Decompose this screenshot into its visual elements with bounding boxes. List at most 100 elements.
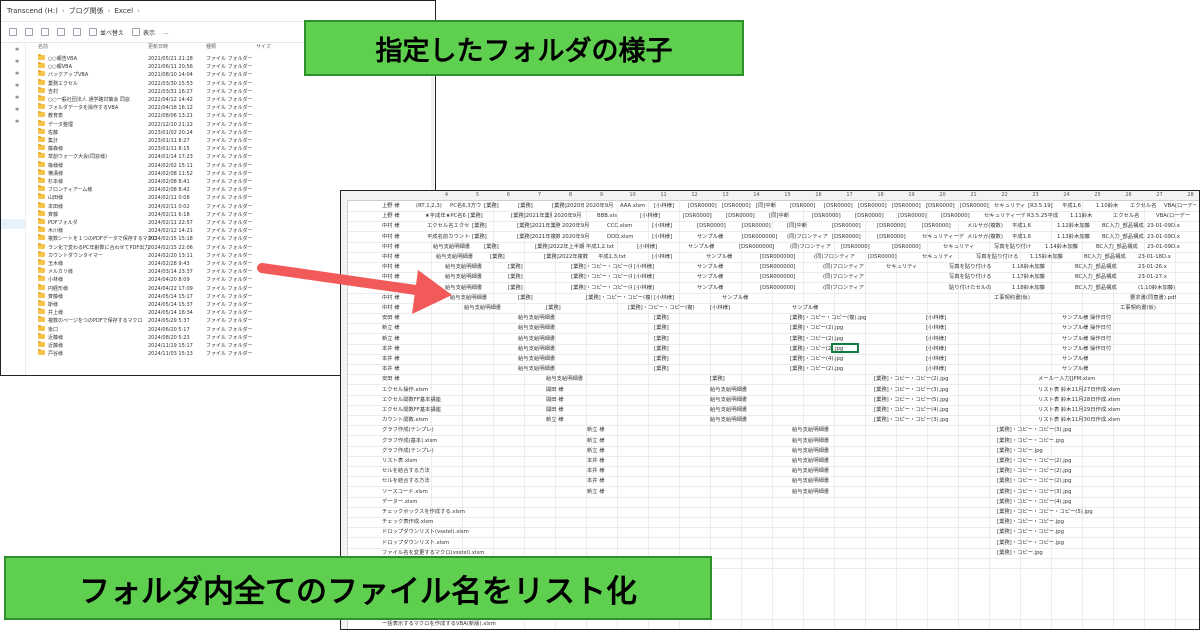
file-row[interactable]: データ整理 2022/12/10 21:22 ファイル フォルダー <box>26 119 435 129</box>
sheet-cell[interactable]: 2020年9月 <box>562 232 589 242</box>
sheet-cell[interactable]: [小林様] <box>926 313 946 323</box>
sheet-cell[interactable]: [業務] <box>484 201 499 211</box>
sheet-cell[interactable]: 23-01-09D.x <box>1147 232 1180 242</box>
sheet-cell[interactable]: [業務]・コピー(2).jpg <box>790 364 843 374</box>
sheet-cell[interactable]: グラフ作成(基本).xlsm <box>382 436 437 446</box>
nav-selected-item[interactable] <box>1 219 25 229</box>
sheet-cell[interactable]: データー.xlsm <box>382 497 417 507</box>
sheet-cell[interactable]: 安田 様 <box>382 374 400 384</box>
address-bar[interactable]: Transcend (H:) › ブログ関係 › Excel › <box>1 1 435 22</box>
sheet-cell[interactable]: [業務]・コピー・コピー.jpg <box>997 538 1064 548</box>
sheet-cell[interactable]: BC入力_部品構成 <box>1075 272 1117 282</box>
column-number[interactable]: 4 <box>431 191 462 200</box>
sheet-cell[interactable]: [DSR0000] <box>688 201 717 211</box>
sheet-cell[interactable]: 給与支給明細書 <box>792 436 829 446</box>
sheet-cell[interactable]: [業務] <box>546 303 561 313</box>
sheet-cell[interactable]: 上野 様 <box>382 201 400 211</box>
sheet-cell[interactable]: 本井 様 <box>587 456 605 466</box>
copy-icon[interactable] <box>9 28 17 36</box>
sheet-cell[interactable]: セキュリティーデ <box>984 211 1025 221</box>
file-row[interactable]: 藤森様 2023/01/11 8:15 ファイル フォルダー <box>26 144 435 153</box>
sheet-cell[interactable]: 中村 様 <box>382 283 400 293</box>
sheet-cell[interactable]: 要求書(同意書).pdf <box>1130 293 1176 303</box>
sort-button[interactable]: 並べ替え <box>89 28 124 37</box>
sheet-cell[interactable]: 新立 様 <box>382 334 400 344</box>
column-number[interactable]: 8 <box>555 191 586 200</box>
sheet-cell[interactable]: [業務] <box>468 211 483 221</box>
sheet-cell[interactable]: [DSR0000] <box>892 242 921 252</box>
sheet-cell[interactable]: [DSR0000] <box>812 211 841 221</box>
sheet-cell[interactable]: 1.11鈴木 <box>1070 211 1092 221</box>
sheet-cell[interactable]: リスト表 鈴木11月28日作成.xlsm <box>1038 395 1120 405</box>
sheet-cell[interactable]: [業務] <box>654 313 669 323</box>
sheet-cell[interactable]: リスト表 鈴木11月29日作成.xlsm <box>1038 405 1120 415</box>
column-number[interactable]: 22 <box>989 191 1020 200</box>
sheet-cell[interactable]: [業務] <box>508 262 523 272</box>
sheet-cell[interactable]: 1.14鈴木加藤 <box>1045 242 1078 252</box>
sheet-cell[interactable]: カウント関数.xlsm <box>382 415 428 425</box>
sheet-cell[interactable]: 本井 様 <box>587 476 605 486</box>
share-icon[interactable] <box>57 28 65 36</box>
sheet-cell[interactable]: サンプル様 操作日付 <box>1062 313 1111 323</box>
column-number[interactable]: 21 <box>958 191 989 200</box>
sheet-cell[interactable]: 1.17鈴木加藤 <box>1012 272 1045 282</box>
sheet-cell[interactable]: サンプル様 <box>697 283 723 293</box>
column-number[interactable]: 11 <box>648 191 679 200</box>
sheet-cell[interactable]: [業務]・コピー・コピー(複) <box>571 283 632 293</box>
file-row[interactable]: 教育表 2022/08/06 13:21 ファイル フォルダー <box>26 111 435 120</box>
sheet-cell[interactable]: 中村 様 <box>382 272 400 282</box>
sheet-cell[interactable]: R3.5.25平成 <box>1027 211 1058 221</box>
column-number[interactable]: 16 <box>803 191 834 200</box>
file-row[interactable]: 篠様様 2024/02/02 15:11 ファイル フォルダー <box>26 160 435 170</box>
sheet-cell[interactable]: [DSR000000] <box>760 252 795 262</box>
sheet-cell[interactable]: [DSR0000] <box>832 232 861 242</box>
sheet-cell[interactable]: 1.18鈴木加藤 <box>1012 283 1045 293</box>
sheet-cell[interactable]: [小林様] <box>926 344 946 354</box>
sheet-cell[interactable]: 平成1,2.txt <box>586 242 614 252</box>
sheet-cell[interactable]: [小林様] <box>654 293 674 303</box>
sheet-cell[interactable]: サンプル様 操作日付 <box>1062 323 1111 333</box>
column-number[interactable]: 27 <box>1144 191 1175 200</box>
sheet-cell[interactable]: エクセル名エクセル名 <box>427 221 470 231</box>
sheet-cell[interactable]: セキュリティー <box>994 201 1026 211</box>
sheet-cell[interactable]: 2020年9月 <box>586 201 613 211</box>
sheet-cell[interactable]: [業務]2021年業務 <box>517 221 560 231</box>
sheet-cell[interactable]: [DSR0000] <box>926 201 955 211</box>
sheet-cell[interactable]: 中村 様 <box>382 293 400 303</box>
sheet-cell[interactable]: ドロップダウンリスト.xlsm <box>382 538 449 548</box>
sheet-cell[interactable]: 1.16鈴木加藤 <box>1012 262 1045 272</box>
column-number[interactable]: 23 <box>1020 191 1051 200</box>
sheet-cell[interactable]: [DSR0000] <box>841 242 870 252</box>
sheet-cell[interactable]: ソースコード.xlsm <box>382 487 428 497</box>
column-header-size[interactable]: サイズ <box>256 43 271 50</box>
column-number[interactable]: 24 <box>1051 191 1082 200</box>
sheet-cell[interactable]: [同]中断 <box>756 201 776 211</box>
sheet-cell[interactable]: [DSR0000] <box>941 211 970 221</box>
sheet-cell[interactable]: 新立 様 <box>587 446 605 456</box>
sheet-cell[interactable]: [DSR000000] <box>760 283 795 293</box>
sheet-cell[interactable]: 本井 様 <box>587 466 605 476</box>
sheet-cell[interactable]: 給与支給明細書 <box>445 283 482 293</box>
sheet-cell[interactable]: [DSR0000] <box>868 252 897 262</box>
rename-icon[interactable] <box>41 28 49 36</box>
sheet-cell[interactable]: 給与支給明細書 <box>710 395 747 405</box>
sheet-cell[interactable]: リスト表 鈴木11月27日作成.xlsm <box>1038 385 1120 395</box>
more-button[interactable]: ... <box>163 29 169 36</box>
sheet-cell[interactable]: メルサガ(複数) <box>967 221 1003 231</box>
sheet-cell[interactable]: [小林様] <box>926 323 946 333</box>
sheet-cell[interactable]: 給与支給明細書 <box>518 344 555 354</box>
sheet-cell[interactable]: グラフ作成(テンプレ) <box>382 446 434 456</box>
sheet-cell[interactable]: [業務] <box>508 272 523 282</box>
sheet-cell[interactable]: サンプル様 <box>697 232 723 242</box>
sheet-cell[interactable]: 新立 様 <box>587 436 605 446</box>
sheet-cell[interactable]: 23-01-18D.x <box>1138 252 1171 262</box>
sheet-cell[interactable]: 23-01-27.x <box>1138 272 1167 282</box>
sheet-cell[interactable]: (RT,1,2,3) <box>416 201 442 211</box>
sheet-cell[interactable]: [小林様] <box>634 283 654 293</box>
column-number[interactable]: 9 <box>586 191 617 200</box>
sheet-cell[interactable]: 給与支給明細書 <box>464 303 501 313</box>
sheet-cell[interactable]: [業務] <box>472 221 487 231</box>
sheet-cell[interactable]: 23-01-09D.x <box>1147 242 1180 252</box>
sheet-cell[interactable]: エクセル名 <box>1113 211 1140 221</box>
sheet-cell[interactable]: [小林様] <box>654 201 674 211</box>
